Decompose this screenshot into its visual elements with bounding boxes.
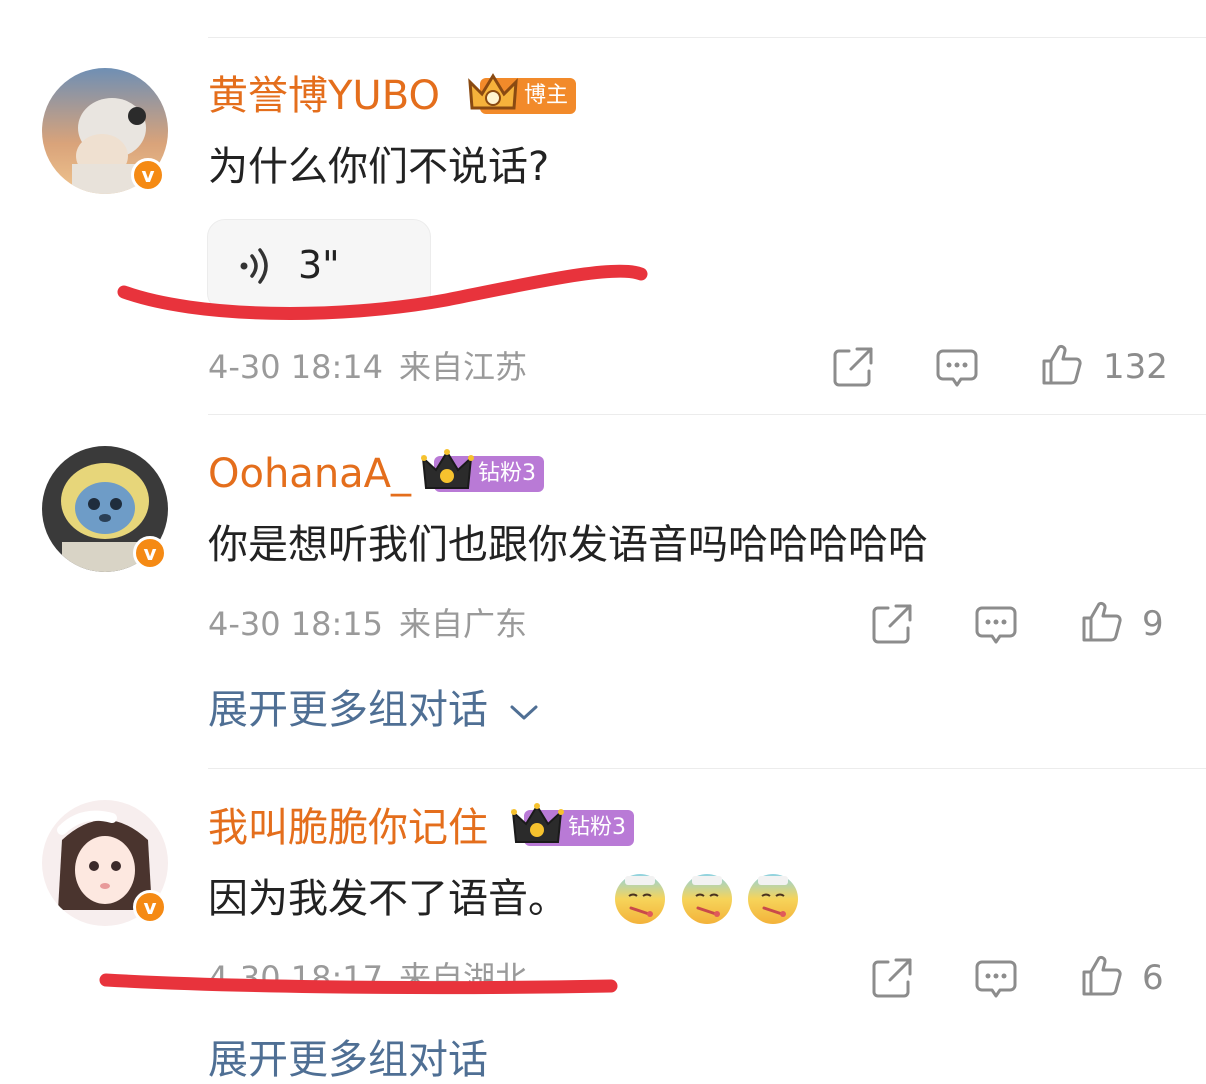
- previous-comment-remnant: [208, 0, 1206, 8]
- timestamp: 4-30 18:17: [208, 959, 384, 997]
- share-icon[interactable]: [831, 345, 875, 389]
- verified-icon: v: [133, 890, 167, 924]
- comment-meta: 4-30 18:15 来自广东: [208, 604, 527, 644]
- expand-more-link[interactable]: 展开更多组对话: [208, 686, 539, 734]
- like-icon[interactable]: [1080, 600, 1124, 644]
- divider: [208, 768, 1206, 769]
- comment-icon[interactable]: [935, 345, 979, 389]
- comment-text: 因为我发不了语音。: [208, 876, 568, 922]
- username[interactable]: 我叫脆脆你记住: [208, 804, 488, 852]
- voice-message[interactable]: 3": [207, 219, 431, 311]
- status-badge[interactable]: 博主: [468, 73, 577, 114]
- like-count: 132: [1103, 347, 1168, 387]
- username[interactable]: 黄誉博YUBO: [208, 72, 440, 120]
- sick-face-emoji-icon: [615, 874, 665, 924]
- crown-icon: [468, 73, 518, 110]
- crown-icon: [421, 449, 474, 489]
- status-badge[interactable]: 钻粉3: [421, 449, 544, 492]
- badge-label: 钻粉3: [478, 461, 536, 486]
- location: 来自湖北: [399, 959, 528, 997]
- username[interactable]: OohanaA_: [208, 450, 411, 498]
- comment-icon[interactable]: [974, 602, 1018, 646]
- sick-face-emoji-icon: [682, 874, 732, 924]
- timestamp: 4-30 18:15: [208, 605, 384, 643]
- badge-label: 钻粉3: [568, 815, 626, 840]
- badge-label: 博主: [524, 83, 569, 108]
- comment-text: 你是想听我们也跟你发语音吗哈哈哈哈哈: [208, 522, 928, 568]
- comment-meta: 4-30 18:14 来自江苏: [208, 347, 527, 387]
- divider-top: [208, 37, 1206, 38]
- share-icon[interactable]: [870, 602, 914, 646]
- voice-wave-icon: [240, 248, 268, 284]
- divider: [208, 414, 1206, 415]
- like-count: 6: [1142, 958, 1164, 998]
- status-badge[interactable]: 钻粉3: [511, 803, 634, 846]
- voice-duration: 3": [298, 243, 340, 287]
- like-icon[interactable]: [1040, 343, 1084, 387]
- location: 来自广东: [399, 605, 528, 643]
- timestamp: 4-30 18:14: [208, 348, 384, 386]
- verified-icon: v: [133, 536, 167, 570]
- sick-face-emoji-icon: [748, 874, 798, 924]
- verified-icon: v: [131, 158, 165, 192]
- comment-icon[interactable]: [974, 956, 1018, 1000]
- crown-icon: [511, 803, 564, 843]
- share-icon[interactable]: [870, 956, 914, 1000]
- comment-text: 为什么你们不说话?: [208, 144, 550, 190]
- expand-label: 展开更多组对话: [208, 687, 488, 733]
- like-icon[interactable]: [1080, 954, 1124, 998]
- comment-meta: 4-30 18:17 来自湖北: [208, 958, 527, 998]
- expand-more-link[interactable]: 展开更多组对话: [208, 1036, 488, 1084]
- expand-label: 展开更多组对话: [208, 1037, 488, 1083]
- location: 来自江苏: [399, 348, 528, 386]
- like-count: 9: [1142, 604, 1164, 644]
- chevron-down-icon: [510, 705, 538, 720]
